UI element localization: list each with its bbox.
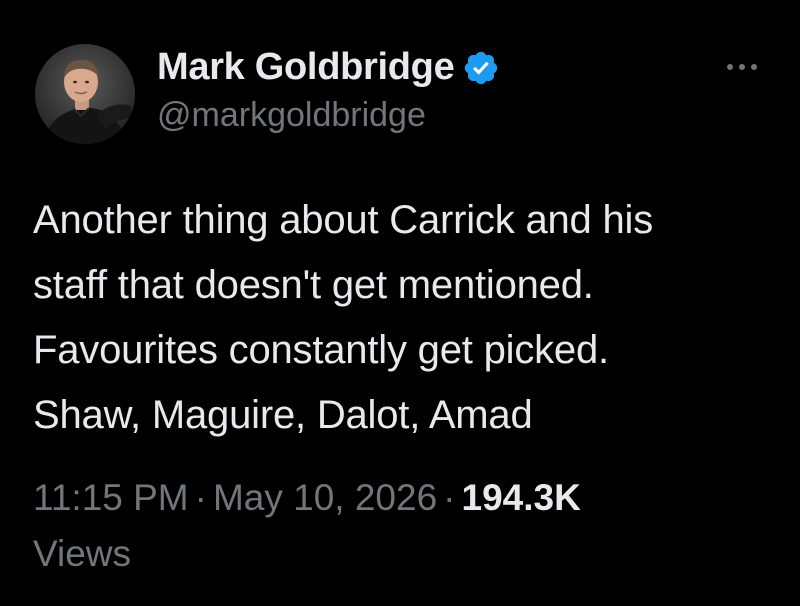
tweet-text: Another thing about Carrick and his staf… bbox=[33, 188, 773, 448]
more-horizontal-icon bbox=[727, 64, 757, 70]
avatar-photo bbox=[35, 44, 135, 144]
views-label: Views bbox=[33, 533, 132, 574]
tweet-meta: 11:15 PM · May 10, 2026 · 194.3K Views bbox=[33, 470, 773, 582]
verified-badge-icon bbox=[462, 49, 500, 87]
tweet-date[interactable]: May 10, 2026 bbox=[213, 477, 437, 518]
display-name[interactable]: Mark Goldbridge bbox=[157, 46, 455, 89]
meta-separator: · bbox=[443, 477, 456, 518]
tweet-text-line: Shaw, Maguire, Dalot, Amad bbox=[33, 393, 533, 437]
tweet-text-line: staff that doesn't get mentioned. bbox=[33, 263, 594, 307]
author-name-row[interactable]: Mark Goldbridge bbox=[157, 44, 500, 90]
author-handle[interactable]: @markgoldbridge bbox=[157, 96, 426, 135]
avatar[interactable] bbox=[35, 44, 135, 144]
views-count: 194.3K bbox=[461, 477, 581, 518]
tweet-text-line: Favourites constantly get picked. bbox=[33, 328, 609, 372]
tweet-card: Mark Goldbridge @markgoldbridge Another … bbox=[0, 0, 800, 606]
more-options-button[interactable] bbox=[718, 50, 766, 84]
tweet-text-line: Another thing about Carrick and his bbox=[33, 198, 654, 242]
meta-separator: · bbox=[194, 477, 207, 518]
tweet-time[interactable]: 11:15 PM bbox=[33, 477, 189, 518]
